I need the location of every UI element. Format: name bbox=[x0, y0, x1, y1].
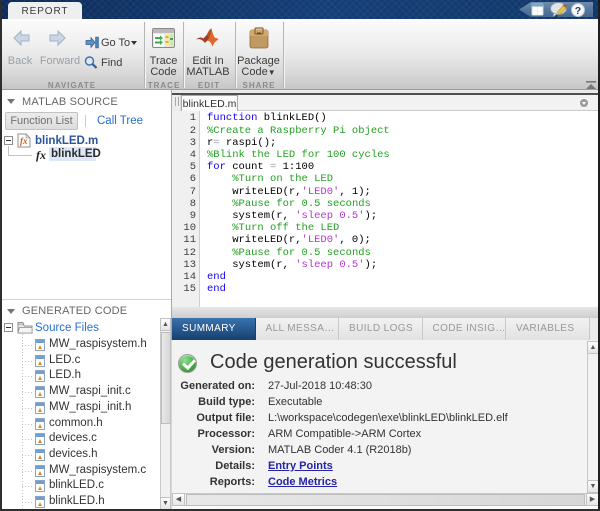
svg-text:fx: fx bbox=[20, 136, 28, 146]
svg-text:?: ? bbox=[575, 5, 581, 17]
